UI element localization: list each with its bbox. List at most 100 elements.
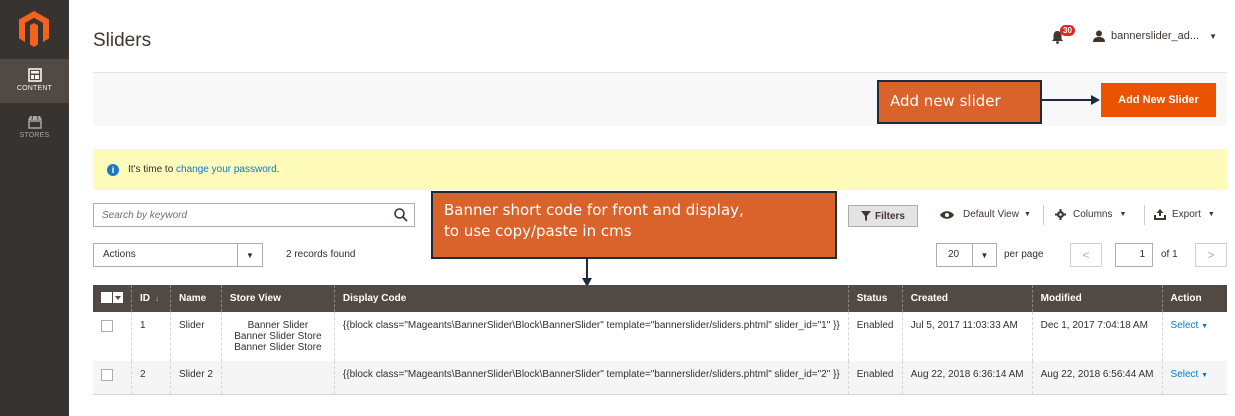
per-page-value: 20 bbox=[948, 249, 960, 260]
store-icon bbox=[27, 115, 42, 129]
store-view-line: Banner Slider Store bbox=[234, 342, 322, 353]
annotation-short-code: Banner short code for front and display,… bbox=[431, 191, 837, 259]
annotation-text: Add new slider bbox=[890, 92, 1001, 110]
column-label: Status bbox=[856, 293, 888, 304]
column-header-modified[interactable]: Modified bbox=[1031, 285, 1163, 312]
column-label: Created bbox=[910, 293, 949, 304]
cell-name: Slider 2 bbox=[170, 361, 222, 395]
table-row[interactable]: 2 Slider 2 {{block class="Mageants\Banne… bbox=[93, 361, 1227, 395]
column-header-display-code[interactable]: Display Code bbox=[333, 285, 849, 312]
table-row[interactable]: 1 Slider Banner Slider Banner Slider Sto… bbox=[93, 312, 1227, 361]
actions-label: Actions bbox=[103, 249, 136, 260]
search-input[interactable] bbox=[94, 204, 374, 226]
chevron-down-icon bbox=[113, 291, 123, 303]
annotation-arrow-right-icon bbox=[1042, 95, 1100, 105]
column-header-name[interactable]: Name bbox=[170, 285, 222, 312]
notifications-badge: 30 bbox=[1060, 25, 1075, 36]
cell-created: Jul 5, 2017 11:03:33 AM bbox=[901, 312, 1033, 361]
column-label: Modified bbox=[1040, 293, 1082, 304]
cell-id: 2 bbox=[131, 361, 171, 395]
change-password-link[interactable]: change your password bbox=[176, 164, 277, 175]
page-title: Sliders bbox=[93, 30, 152, 51]
cell-display-code: {{block class="Mageants\BannerSlider\Blo… bbox=[333, 312, 849, 361]
sidebar-item-content[interactable]: CONTENT bbox=[0, 59, 69, 103]
store-view-line: Banner Slider Store bbox=[234, 331, 322, 342]
column-header-id[interactable]: ID ↓ bbox=[131, 285, 171, 312]
cell-store-view: Banner Slider Banner Slider Store Banner… bbox=[220, 312, 335, 361]
admin-sidebar: CONTENT STORES bbox=[0, 0, 69, 416]
select-action-link[interactable]: Select bbox=[1171, 320, 1199, 331]
columns-dropdown[interactable]: Columns ▼ bbox=[1055, 209, 1126, 220]
add-new-slider-button[interactable]: Add New Slider bbox=[1101, 83, 1216, 117]
select-all-header[interactable] bbox=[93, 285, 132, 312]
records-found: 2 records found bbox=[286, 249, 356, 260]
chevron-down-icon: ▼ bbox=[1207, 211, 1215, 218]
column-header-action: Action bbox=[1161, 285, 1227, 312]
sidebar-item-label: CONTENT bbox=[16, 85, 53, 92]
cell-status: Enabled bbox=[847, 312, 903, 361]
store-view-line: Banner Slider bbox=[247, 320, 309, 331]
chevron-down-icon: ▼ bbox=[972, 244, 996, 266]
annotation-text-line2: to use copy/paste in cms bbox=[444, 222, 632, 240]
default-view-dropdown[interactable]: Default View ▼ bbox=[940, 209, 1031, 220]
chevron-down-icon: ▼ bbox=[237, 244, 262, 266]
chevron-down-icon: ▼ bbox=[1201, 323, 1209, 330]
mass-actions-select[interactable]: Actions ▼ bbox=[93, 243, 263, 267]
cell-created: Aug 22, 2018 6:36:14 AM bbox=[901, 361, 1033, 395]
column-header-status[interactable]: Status bbox=[847, 285, 903, 312]
annotation-add-slider: Add new slider bbox=[877, 80, 1042, 124]
export-dropdown[interactable]: Export ▼ bbox=[1154, 209, 1215, 220]
chevron-down-icon: ▼ bbox=[1023, 211, 1031, 218]
sidebar-item-stores[interactable]: STORES bbox=[0, 108, 69, 148]
default-view-label: Default View bbox=[963, 209, 1019, 220]
user-menu-label[interactable]: bannerslider_ad... bbox=[1111, 30, 1199, 42]
chevron-left-icon: < bbox=[1082, 248, 1090, 262]
export-icon bbox=[1154, 209, 1166, 220]
toolbar-divider bbox=[1144, 205, 1145, 225]
per-page-label: per page bbox=[1004, 249, 1044, 260]
column-header-store-view[interactable]: Store View bbox=[220, 285, 335, 312]
per-page-select[interactable]: 20 ▼ bbox=[936, 243, 997, 267]
cell-id: 1 bbox=[131, 312, 171, 361]
next-page-button[interactable]: > bbox=[1195, 243, 1227, 267]
notifications-button[interactable]: 30 bbox=[1051, 25, 1075, 44]
toolbar-divider bbox=[1043, 205, 1044, 225]
sliders-grid: ID ↓ Name Store View Display Code Status … bbox=[93, 285, 1227, 395]
header-actions: 30 bannerslider_ad... ▼ bbox=[1051, 25, 1217, 44]
row-checkbox[interactable] bbox=[101, 320, 113, 332]
chevron-down-icon: ▼ bbox=[1119, 211, 1127, 218]
annotation-arrow-down-icon bbox=[582, 259, 592, 287]
filters-button[interactable]: Filters bbox=[848, 205, 918, 227]
cell-name: Slider bbox=[170, 312, 222, 361]
annotation-text-line1: Banner short code for front and display, bbox=[444, 201, 744, 219]
info-icon: i bbox=[107, 163, 119, 176]
row-action-select[interactable]: Select ▼ bbox=[1161, 361, 1227, 395]
row-action-select[interactable]: Select ▼ bbox=[1161, 312, 1227, 361]
column-label: Display Code bbox=[342, 293, 407, 304]
magento-logo-icon[interactable] bbox=[17, 9, 51, 49]
cell-modified: Dec 1, 2017 7:04:18 AM bbox=[1031, 312, 1163, 361]
filters-label: Filters bbox=[874, 210, 905, 222]
gear-icon bbox=[1055, 209, 1066, 220]
content-icon bbox=[27, 68, 42, 82]
cell-status: Enabled bbox=[847, 361, 903, 395]
sort-arrow-icon: ↓ bbox=[155, 294, 159, 303]
search-icon[interactable] bbox=[394, 208, 408, 222]
column-label: Name bbox=[179, 293, 207, 304]
columns-label: Columns bbox=[1073, 209, 1113, 220]
sidebar-item-label: STORES bbox=[19, 132, 50, 139]
column-label: Action bbox=[1170, 293, 1202, 304]
column-label: ID bbox=[140, 293, 150, 304]
prev-page-button[interactable]: < bbox=[1070, 243, 1102, 267]
page-number-input[interactable]: 1 bbox=[1115, 243, 1153, 267]
chevron-right-icon: > bbox=[1207, 248, 1215, 262]
column-header-created[interactable]: Created bbox=[901, 285, 1033, 312]
filter-icon bbox=[860, 211, 871, 221]
select-action-link[interactable]: Select bbox=[1171, 369, 1199, 380]
column-label: Store View bbox=[229, 293, 281, 304]
chevron-down-icon: ▼ bbox=[1201, 372, 1209, 379]
select-all-checkbox[interactable] bbox=[101, 291, 123, 303]
row-checkbox[interactable] bbox=[101, 369, 113, 381]
password-notice: i It's time to change your password. bbox=[93, 149, 1227, 190]
chevron-down-icon[interactable]: ▼ bbox=[1209, 32, 1217, 41]
